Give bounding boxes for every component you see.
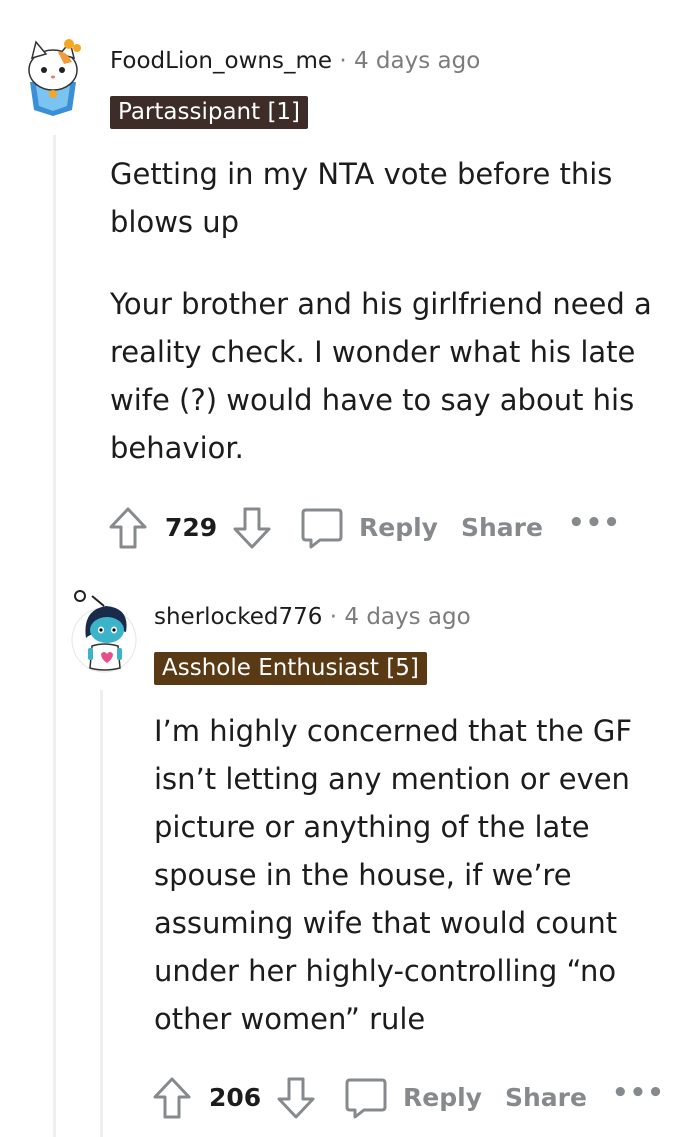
comment-body: Getting in my NTA vote before this blows… bbox=[110, 150, 680, 472]
speech-bubble-icon[interactable] bbox=[344, 1076, 388, 1120]
timestamp[interactable]: 4 days ago bbox=[354, 48, 480, 74]
timestamp[interactable]: 4 days ago bbox=[344, 604, 470, 630]
thread-line[interactable] bbox=[100, 690, 103, 1137]
comment-meta: sherlocked776 · 4 days ago bbox=[154, 604, 471, 630]
downvote-arrow-icon[interactable] bbox=[232, 506, 272, 550]
more-dots-icon[interactable]: ••• bbox=[568, 508, 621, 538]
upvote-arrow-icon[interactable] bbox=[108, 506, 148, 550]
speech-bubble-icon[interactable] bbox=[300, 506, 344, 550]
comment-paragraph: I’m highly concerned that the GF isn’t l… bbox=[154, 714, 633, 1036]
cat-avatar-icon bbox=[28, 39, 81, 116]
downvote-arrow-icon[interactable] bbox=[276, 1076, 316, 1120]
thread-line[interactable] bbox=[53, 135, 56, 1137]
more-dots-icon[interactable]: ••• bbox=[612, 1078, 665, 1108]
share-button[interactable]: Share bbox=[461, 511, 543, 545]
vote-count: 206 bbox=[209, 1083, 262, 1112]
username[interactable]: sherlocked776 bbox=[154, 604, 322, 630]
comment-paragraph: Your brother and his girlfriend need a r… bbox=[110, 287, 652, 465]
reply-button[interactable]: Reply bbox=[359, 511, 438, 545]
meta-separator: · bbox=[339, 48, 347, 74]
comment-meta: FoodLion_owns_me · 4 days ago bbox=[110, 48, 480, 74]
user-flair: Partassipant [1] bbox=[110, 96, 309, 129]
username[interactable]: FoodLion_owns_me bbox=[110, 48, 332, 74]
vote-count: 729 bbox=[165, 513, 218, 542]
share-button[interactable]: Share bbox=[505, 1081, 587, 1115]
comment-paragraph: Getting in my NTA vote before this blows… bbox=[110, 157, 613, 239]
user-avatar[interactable] bbox=[70, 588, 140, 676]
meta-separator: · bbox=[329, 604, 338, 630]
user-avatar[interactable] bbox=[20, 36, 86, 116]
reply-button[interactable]: Reply bbox=[403, 1081, 482, 1115]
comment-body: I’m highly concerned that the GF isn’t l… bbox=[154, 707, 674, 1043]
snoo-avatar-icon bbox=[71, 590, 137, 673]
upvote-arrow-icon[interactable] bbox=[152, 1076, 192, 1120]
user-flair: Asshole Enthusiast [5] bbox=[154, 652, 427, 685]
